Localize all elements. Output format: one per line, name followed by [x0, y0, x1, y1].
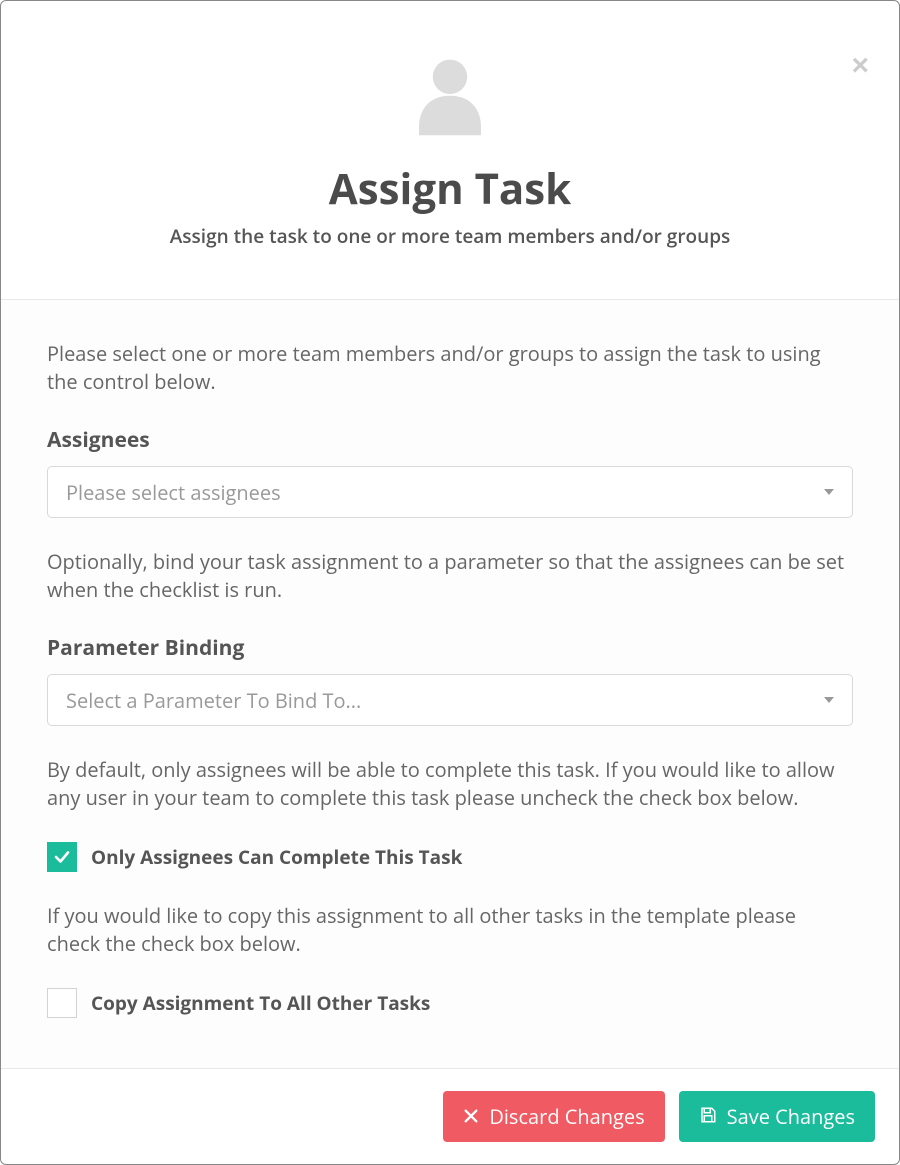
only-assignees-checkbox-label: Only Assignees Can Complete This Task — [91, 844, 462, 870]
person-icon — [407, 51, 493, 137]
assignees-label: Assignees — [47, 426, 853, 454]
save-button[interactable]: Save Changes — [679, 1091, 875, 1142]
caret-down-icon — [824, 697, 834, 703]
times-icon — [463, 1103, 479, 1130]
param-intro-text: Optionally, bind your task assignment to… — [47, 548, 853, 604]
save-button-label: Save Changes — [727, 1103, 855, 1130]
modal-subtitle: Assign the task to one or more team memb… — [41, 223, 859, 249]
param-binding-label: Parameter Binding — [47, 634, 853, 662]
param-binding-select[interactable]: Select a Parameter To Bind To... — [47, 674, 853, 726]
modal-title: Assign Task — [41, 160, 859, 217]
caret-down-icon — [824, 489, 834, 495]
param-placeholder: Select a Parameter To Bind To... — [66, 687, 361, 714]
discard-button[interactable]: Discard Changes — [443, 1091, 664, 1142]
copy-intro-text: If you would like to copy this assignmen… — [47, 902, 853, 958]
close-icon: × — [851, 49, 869, 82]
assignees-select[interactable]: Please select assignees — [47, 466, 853, 518]
copy-assignment-row: Copy Assignment To All Other Tasks — [47, 988, 853, 1018]
save-icon — [699, 1103, 717, 1130]
intro-text: Please select one or more team members a… — [47, 340, 853, 396]
copy-assignment-checkbox-label: Copy Assignment To All Other Tasks — [91, 990, 430, 1016]
only-assignees-checkbox[interactable] — [47, 842, 77, 872]
only-assignees-row: Only Assignees Can Complete This Task — [47, 842, 853, 872]
modal-header: × Assign Task Assign the task to one or … — [1, 1, 899, 300]
copy-assignment-checkbox[interactable] — [47, 988, 77, 1018]
only-assignees-intro: By default, only assignees will be able … — [47, 756, 853, 812]
assignees-placeholder: Please select assignees — [66, 479, 281, 506]
modal-body: Please select one or more team members a… — [1, 300, 899, 1068]
modal-footer: Discard Changes Save Changes — [1, 1068, 899, 1164]
assign-task-modal: × Assign Task Assign the task to one or … — [0, 0, 900, 1165]
discard-button-label: Discard Changes — [489, 1103, 644, 1130]
close-button[interactable]: × — [851, 51, 869, 81]
